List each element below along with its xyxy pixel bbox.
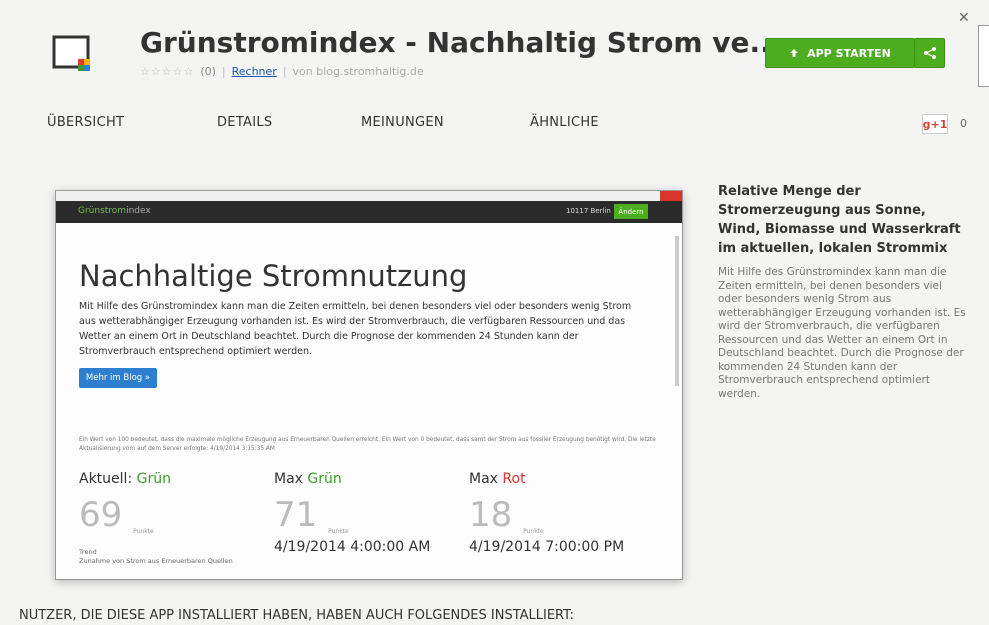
tab-reviews[interactable]: MEINUNGEN (361, 115, 444, 130)
preview-blog-button: Mehr im Blog » (79, 368, 157, 388)
preview-intro: Mit Hilfe des Grünstromindex kann man di… (79, 301, 632, 357)
gplus-count: 0 (960, 117, 967, 130)
gplus-button[interactable]: g+1 (922, 114, 948, 134)
rating-count: (0) (200, 65, 216, 78)
preview-close-icon (660, 191, 682, 201)
tab-related[interactable]: ÄHNLICHE (530, 115, 599, 130)
description-title: Relative Menge der Stromerzeugung aus So… (718, 184, 961, 256)
description-body: Mit Hilfe des Grünstromindex kann man di… (718, 266, 966, 400)
related-apps-heading: NUTZER, DIE DIESE APP INSTALLIERT HABEN,… (19, 608, 575, 623)
preview-location: 10117 Berlin (566, 207, 611, 215)
app-start-label: APP STARTEN (807, 46, 891, 60)
preview-heading: Nachhaltige Stromnutzung (79, 259, 468, 293)
current-index: Aktuell: Grün 69 Punkte (79, 471, 171, 535)
preview-navbar: Grünstromindex 10117 Berlin Ändern (56, 201, 682, 223)
app-meta: ☆☆☆☆☆ (0) | Rechner | von blog.stromhalt… (140, 65, 424, 78)
preview-change-button: Ändern (614, 204, 648, 219)
share-button[interactable] (914, 38, 945, 68)
tab-details[interactable]: DETAILS (217, 115, 272, 130)
category-link[interactable]: Rechner (232, 65, 277, 78)
app-screenshot[interactable]: Grünstromindex 10117 Berlin Ändern Nachh… (55, 190, 683, 580)
app-title: Grünstromindex - Nachhaltig Strom ve... (140, 26, 782, 59)
max-green-index: Max Grün 71 Punkte 4/19/2014 4:00:00 AM (274, 471, 431, 555)
divider: | (221, 65, 226, 78)
app-start-button[interactable]: APP STARTEN (765, 38, 915, 68)
divider: | (282, 65, 287, 78)
app-icon (52, 33, 98, 75)
rating-stars[interactable]: ☆☆☆☆☆ (140, 65, 194, 78)
preview-brand: Grünstromindex (78, 206, 151, 216)
tab-bar: ÜBERSICHT DETAILS MEINUNGEN ÄHNLICHE (0, 115, 989, 135)
share-icon (923, 47, 936, 59)
preview-note: Ein Wert von 100 bedeutet, dass die maxi… (79, 437, 656, 452)
preview-titlebar (56, 191, 682, 201)
preview-scrollbar (675, 236, 679, 386)
close-icon[interactable]: ✕ (958, 10, 970, 26)
max-red-index: Max Rot 18 Punkte 4/19/2014 7:00:00 PM (469, 471, 625, 555)
tab-overview[interactable]: ÜBERSICHT (47, 115, 124, 130)
preview-trend: Trend Zunahme von Strom aus Erneuerbaren… (79, 548, 233, 565)
developer-domain[interactable]: von blog.stromhaltig.de (293, 65, 424, 78)
upload-arrow-icon (790, 49, 799, 57)
scrollbar[interactable] (978, 25, 989, 87)
